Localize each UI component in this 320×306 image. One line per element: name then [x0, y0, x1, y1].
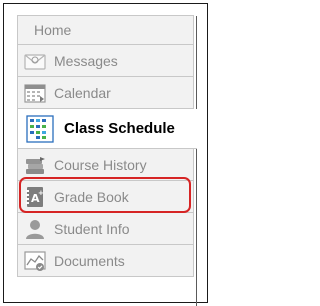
sidebar-item-label: Messages	[54, 52, 118, 69]
envelope-icon	[23, 49, 47, 73]
content-divider	[196, 16, 197, 306]
sidebar-item-label: Course History	[54, 156, 147, 173]
sidebar-item-label: Student Info	[54, 220, 130, 237]
calendar-icon	[23, 81, 47, 105]
sidebar-item-grade-book[interactable]: A + Grade Book	[17, 181, 194, 213]
sidebar-nav: Home Messages Calendar Class Schedule Co…	[17, 15, 197, 277]
sidebar-item-label: Class Schedule	[64, 120, 175, 137]
sidebar-item-label: Grade Book	[54, 188, 129, 205]
sidebar-item-label: Home	[34, 22, 72, 38]
sidebar-item-calendar[interactable]: Calendar	[17, 77, 194, 109]
sidebar-item-student-info[interactable]: Student Info	[17, 213, 194, 245]
sidebar-item-documents[interactable]: Documents	[17, 245, 194, 277]
sidebar-item-home[interactable]: Home	[17, 15, 194, 45]
sidebar-item-messages[interactable]: Messages	[17, 45, 194, 77]
svg-text:+: +	[38, 189, 44, 197]
sidebar-item-label: Documents	[54, 252, 125, 269]
sidebar-item-course-history[interactable]: Course History	[17, 149, 194, 181]
stacked-books-icon	[23, 153, 47, 177]
sidebar-item-class-schedule[interactable]: Class Schedule	[17, 109, 197, 149]
person-icon	[23, 217, 47, 241]
documents-chart-icon	[23, 249, 47, 273]
grade-book-icon: A +	[23, 185, 47, 209]
sidebar-item-label: Calendar	[54, 84, 111, 101]
class-schedule-grid-icon	[26, 114, 54, 143]
